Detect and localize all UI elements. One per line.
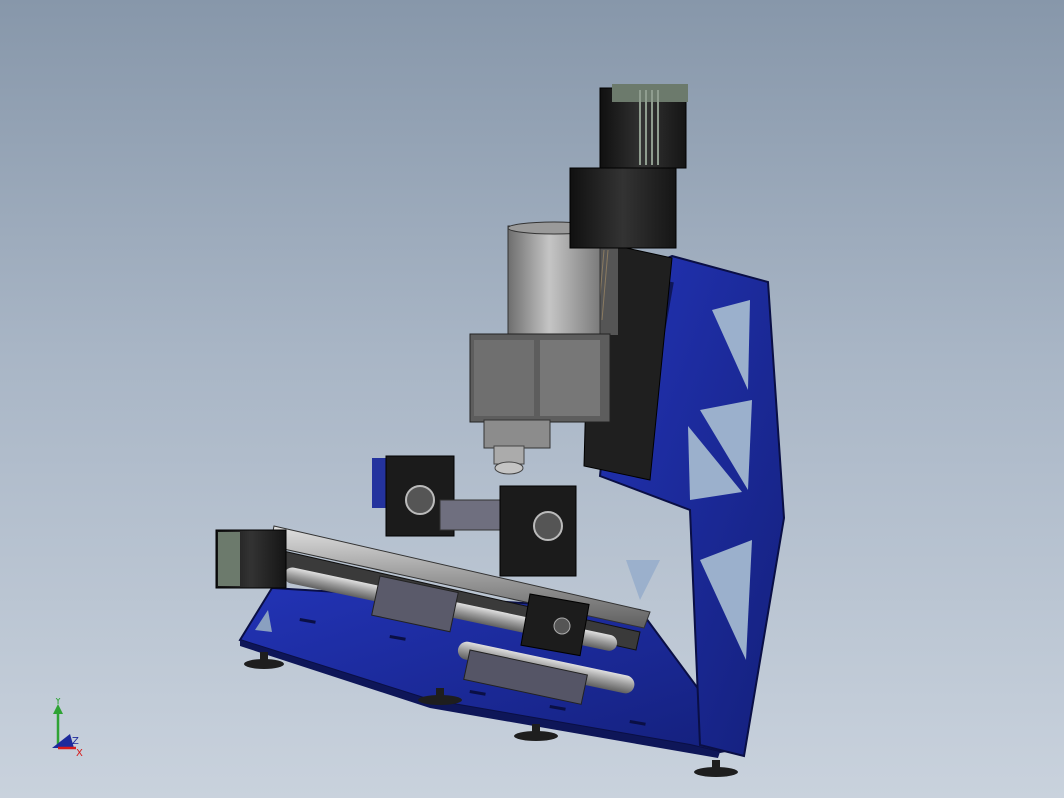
z-stepper-motor[interactable] [569, 84, 688, 249]
x-stepper-motor[interactable] [215, 529, 287, 589]
x-axis-label: X [76, 748, 83, 759]
axis-triad: Y Z X [52, 698, 83, 759]
3d-graphics-viewport[interactable]: Y Z X [0, 0, 1064, 798]
cnc-machine-model[interactable] [0, 0, 1064, 798]
z-axis-cone-icon [52, 734, 74, 748]
z-axis-label: Z [72, 736, 79, 747]
y-axis-label: Y [54, 698, 62, 707]
